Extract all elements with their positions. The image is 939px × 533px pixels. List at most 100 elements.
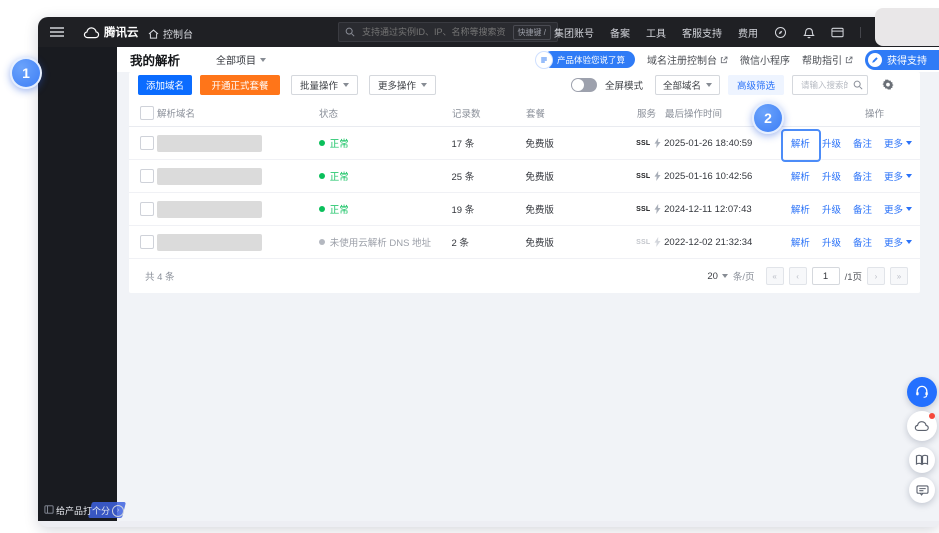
domain-registration-console-link[interactable]: 域名注册控制台: [647, 52, 728, 67]
domain-search-box[interactable]: [792, 75, 868, 95]
project-selector[interactable]: 全部项目: [216, 52, 267, 67]
experience-feedback-pill[interactable]: 产品体验您说了算: [534, 51, 635, 69]
first-page-button[interactable]: «: [765, 267, 784, 285]
next-page-button[interactable]: ›: [867, 267, 885, 285]
row-action-upgrade[interactable]: 升级: [822, 169, 841, 183]
more-actions-dropdown[interactable]: 更多操作: [369, 75, 437, 95]
ssl-badge[interactable]: SSL: [636, 206, 650, 213]
row-action-upgrade[interactable]: 升级: [822, 136, 841, 150]
open-paid-plan-button[interactable]: 开通正式套餐: [200, 75, 280, 95]
row-action-remark[interactable]: 备注: [853, 169, 872, 183]
tencent-cloud-logo[interactable]: 腾讯云: [83, 24, 139, 40]
plan-name: 免费版: [525, 238, 554, 249]
row-action-remark[interactable]: 备注: [853, 235, 872, 249]
get-support-pill[interactable]: 获得支持: [865, 49, 939, 70]
row-action-upgrade[interactable]: 升级: [822, 202, 841, 216]
domain-search-input[interactable]: [799, 79, 850, 91]
global-search-box[interactable]: 快捷键 /: [338, 22, 558, 42]
chevron-down-icon: [705, 83, 712, 87]
ssl-badge[interactable]: SSL: [636, 239, 650, 246]
row-action-more[interactable]: 更多: [884, 235, 912, 249]
row-checkbox[interactable]: [140, 169, 154, 183]
domain-name-redacted[interactable]: [156, 233, 262, 251]
hamburger-menu-icon[interactable]: [50, 27, 64, 37]
lightning-icon[interactable]: [654, 237, 661, 247]
domain-name-redacted[interactable]: [156, 134, 262, 152]
row-action-resolve[interactable]: 解析: [791, 169, 810, 183]
row-action-upgrade[interactable]: 升级: [822, 235, 841, 249]
status-badge: 正常: [318, 169, 452, 183]
plan-name: 免费版: [525, 172, 554, 183]
rate-product-link[interactable]: 给产品打个分: [56, 504, 110, 517]
open-book-icon: [915, 454, 929, 466]
col-service: 服务: [637, 108, 657, 120]
lightning-icon[interactable]: [654, 204, 661, 214]
search-icon: [853, 80, 863, 90]
row-action-remark[interactable]: 备注: [853, 202, 872, 216]
last-op-time: 2025-01-16 10:42:56: [664, 170, 753, 182]
nav-tools[interactable]: 工具: [646, 25, 666, 40]
toolbar-right: 全屏模式 全部域名 高级筛选: [570, 75, 894, 95]
ssl-badge[interactable]: SSL: [636, 173, 650, 180]
total-pages-label: /1页: [844, 272, 862, 283]
status-badge: 正常: [318, 136, 452, 150]
select-all-checkbox[interactable]: [140, 105, 154, 120]
sidebar-footer: 给产品打个分 ›: [38, 500, 126, 521]
add-domain-button[interactable]: 添加域名: [138, 75, 192, 95]
docs-button[interactable]: [909, 447, 935, 473]
rate-chevron-icon[interactable]: ›: [112, 505, 124, 517]
bell-icon[interactable]: [803, 26, 815, 39]
nav-support[interactable]: 客服支持: [682, 25, 722, 40]
table-toolbar: 添加域名 开通正式套餐 批量操作 更多操作 全屏模式 全部域名 高级筛选: [129, 75, 920, 95]
advanced-filter-button[interactable]: 高级筛选: [727, 75, 784, 95]
feedback-button[interactable]: [909, 477, 935, 503]
current-page-input[interactable]: 1: [811, 267, 840, 285]
global-search-input[interactable]: [360, 26, 508, 38]
lightning-icon[interactable]: [654, 171, 661, 181]
table-row: 正常 25 条 免费版 SSL 2025-01-16 10:42:56 解析 升…: [129, 160, 920, 193]
row-action-more[interactable]: 更多: [884, 202, 912, 216]
row-checkbox[interactable]: [140, 235, 154, 249]
status-dot: [318, 206, 325, 212]
chevron-down-icon: [260, 57, 267, 62]
row-checkbox[interactable]: [140, 202, 154, 216]
domain-name-redacted[interactable]: [156, 200, 262, 218]
compass-icon[interactable]: [774, 26, 787, 39]
pagination: 20 条/页 « ‹ 1 /1页 › »: [707, 267, 908, 285]
domain-name-redacted[interactable]: [156, 167, 262, 185]
cost-card-icon[interactable]: [831, 27, 844, 38]
redacted-avatar-overlay: [875, 8, 939, 46]
status-dot: [318, 173, 325, 179]
domain-filter-dropdown[interactable]: 全部域名: [654, 75, 720, 95]
row-checkbox[interactable]: [140, 136, 154, 150]
nav-billing[interactable]: 费用: [738, 25, 758, 40]
col-plan: 套餐: [526, 108, 546, 120]
last-page-button[interactable]: »: [890, 267, 908, 285]
plan-name: 免费版: [525, 205, 554, 216]
support-chat-button[interactable]: [907, 377, 937, 407]
table-footer: 共 4 条 20 条/页 « ‹ 1 /1页 › »: [129, 259, 920, 293]
column-settings-gear-icon[interactable]: [882, 79, 894, 91]
prev-page-button[interactable]: ‹: [788, 267, 807, 285]
row-action-resolve[interactable]: 解析: [791, 235, 810, 249]
console-link[interactable]: 控制台: [148, 26, 193, 41]
page-size-selector[interactable]: 20: [707, 271, 728, 282]
lightning-icon[interactable]: [654, 138, 661, 148]
record-count: 17 条: [451, 139, 475, 150]
page: { "topbar": { "logo": "腾讯云", "console": …: [0, 0, 939, 533]
batch-actions-dropdown[interactable]: 批量操作: [291, 75, 359, 95]
fullscreen-toggle[interactable]: [570, 78, 597, 92]
row-action-more[interactable]: 更多: [884, 136, 912, 150]
nav-icp[interactable]: 备案: [610, 25, 630, 40]
pen-icon: [868, 52, 882, 67]
row-action-remark[interactable]: 备注: [853, 136, 872, 150]
cloud-activity-button[interactable]: [907, 411, 937, 441]
row-action-resolve[interactable]: 解析: [791, 202, 810, 216]
table-row: 未使用云解析 DNS 地址 2 条 免费版 SSL 2022-12-02 21:…: [129, 226, 920, 259]
ssl-badge[interactable]: SSL: [636, 140, 650, 147]
help-guide-link[interactable]: 帮助指引: [802, 52, 853, 67]
nav-group-account[interactable]: 集团账号: [554, 25, 594, 40]
collapse-sidebar-icon[interactable]: [44, 505, 54, 514]
wechat-miniprogram-link[interactable]: 微信小程序: [740, 52, 790, 67]
row-action-more[interactable]: 更多: [884, 169, 912, 183]
